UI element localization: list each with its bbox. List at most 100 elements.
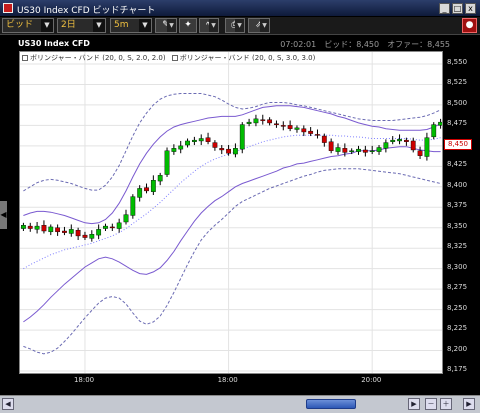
candle-body bbox=[431, 124, 437, 138]
candle-body bbox=[212, 142, 218, 148]
candle-body bbox=[55, 227, 61, 233]
close-button[interactable]: x bbox=[465, 3, 476, 14]
price-tick-label: 8,475 bbox=[447, 119, 468, 128]
price-axis: 8,550 8,525 8,500 8,475 8,450 8,425 8,400 8,375… bbox=[444, 51, 473, 374]
candle-body bbox=[376, 147, 382, 152]
price-tick-label: 8,200 bbox=[447, 344, 468, 353]
chevron-down-icon: ▼ bbox=[41, 19, 53, 32]
chevron-down-icon: ▼ bbox=[139, 19, 151, 32]
candle-body bbox=[130, 196, 136, 216]
time-tick-label: 20:00 bbox=[361, 376, 382, 384]
pin-button[interactable]: ✦ bbox=[179, 18, 197, 33]
candle-body bbox=[403, 139, 409, 142]
candle-body bbox=[96, 229, 102, 236]
zoom-out-button[interactable]: － bbox=[425, 398, 437, 410]
candle-body bbox=[328, 141, 334, 151]
app-icon bbox=[3, 3, 13, 13]
candle-body bbox=[390, 139, 396, 142]
candle-body bbox=[48, 226, 54, 233]
candle-body bbox=[410, 140, 416, 151]
candle-body bbox=[438, 121, 442, 126]
candle-body bbox=[233, 148, 238, 155]
plot-area[interactable]: ボリンジャー・バンド (20, 0, S, 2.0, 2.0) ボリンジャー・バ… bbox=[19, 51, 443, 374]
candle-body bbox=[226, 148, 231, 154]
candle-body bbox=[417, 150, 423, 156]
price-tick-label: 8,225 bbox=[447, 324, 468, 333]
period-value: 2日 bbox=[61, 20, 76, 30]
price-tick-label: 8,400 bbox=[447, 180, 468, 189]
zoom-in-button[interactable]: ＋ bbox=[440, 398, 452, 410]
scroll-thumb[interactable] bbox=[306, 399, 356, 409]
time-scrollbar[interactable]: ◀ ▶ － ＋ ▶ bbox=[0, 395, 480, 413]
indicator-legend: ボリンジャー・バンド (20, 0, S, 2.0, 2.0) ボリンジャー・バ… bbox=[22, 53, 319, 63]
interval-dropdown[interactable]: 5m ▼ bbox=[110, 18, 152, 33]
price-chart bbox=[20, 52, 442, 373]
maximize-button[interactable]: □ bbox=[452, 3, 463, 14]
minimize-button[interactable]: _ bbox=[439, 3, 450, 14]
candle-body bbox=[164, 150, 170, 175]
candle-body bbox=[89, 234, 95, 239]
price-tick-label: 8,375 bbox=[447, 201, 468, 210]
candle-body bbox=[267, 119, 273, 124]
chart-toolbar: ビッド ▼ 2日 ▼ 5m ▼ ✎▼ ✦ ∿▼ ⎙▼ ⇗▼ ● bbox=[0, 17, 480, 35]
candle-body bbox=[239, 124, 245, 150]
price-tick-label: 8,175 bbox=[447, 365, 468, 373]
candle-body bbox=[287, 125, 293, 129]
chart-panel: US30 Index CFD 07:02:01 ビッド：8,450 オファー：8… bbox=[7, 35, 473, 393]
symbol-label: US30 Index CFD bbox=[18, 39, 90, 48]
candle-body bbox=[144, 187, 149, 192]
candle-body bbox=[103, 225, 108, 229]
candle-body bbox=[369, 150, 375, 152]
price-tick-label: 8,550 bbox=[447, 58, 468, 66]
candle-body bbox=[219, 148, 225, 151]
candle-body bbox=[362, 149, 368, 153]
price-tick-label: 8,300 bbox=[447, 262, 468, 271]
scroll-right-button[interactable]: ▶ bbox=[408, 398, 420, 410]
alert-button[interactable]: ● bbox=[462, 18, 477, 33]
candle-body bbox=[191, 139, 197, 142]
time-tick-label: 18:00 bbox=[217, 376, 238, 384]
candle-body bbox=[294, 127, 300, 130]
period-dropdown[interactable]: 2日 ▼ bbox=[57, 18, 106, 33]
candle-body bbox=[27, 225, 33, 229]
checkbox-icon bbox=[171, 55, 178, 61]
draw-line-button[interactable]: ✎ ▼ bbox=[155, 18, 177, 33]
candle-body bbox=[246, 121, 252, 124]
bollinger-upper-2sd bbox=[23, 105, 441, 225]
candle-body bbox=[198, 138, 204, 142]
candle-body bbox=[260, 119, 266, 121]
candle-body bbox=[424, 137, 430, 157]
legend-item-bb2[interactable]: ボリンジャー・バンド (20, 0, S, 2.0, 2.0) bbox=[22, 54, 166, 62]
price-tick-label: 8,525 bbox=[447, 78, 468, 87]
candle-body bbox=[308, 130, 314, 134]
candle-body bbox=[315, 134, 320, 136]
candle-body bbox=[349, 150, 355, 152]
candle-body bbox=[280, 125, 286, 127]
candle-body bbox=[342, 148, 348, 153]
bollinger-lower-3sd bbox=[23, 168, 441, 355]
bollinger-upper-3sd bbox=[23, 93, 441, 192]
candle-body bbox=[301, 128, 307, 133]
time-tick-label: 18:00 bbox=[73, 376, 95, 384]
scroll-left-button[interactable]: ◀ bbox=[2, 398, 14, 410]
current-price-tag: 8,450 bbox=[444, 138, 472, 150]
print-button[interactable]: ⎙▼ bbox=[225, 18, 245, 33]
price-type-value: ビッド bbox=[6, 20, 34, 30]
candle-body bbox=[34, 225, 40, 230]
window-title: US30 Index CFD ビッドチャート bbox=[17, 6, 156, 16]
price-tick-label: 8,325 bbox=[447, 242, 468, 251]
candle-body bbox=[109, 226, 115, 229]
legend-item-bb3[interactable]: ボリンジャー・バンド (20, 0, S, 3.0, 3.0) bbox=[171, 54, 315, 62]
scroll-end-button[interactable]: ▶ bbox=[463, 398, 475, 410]
alert-icon: ● bbox=[465, 20, 474, 30]
time-axis: 18:00 18:00 20:00 bbox=[19, 374, 443, 386]
export-button[interactable]: ⇗ ▼ bbox=[248, 18, 270, 33]
indicator-button[interactable]: ∿▼ bbox=[199, 18, 219, 33]
candle-body bbox=[185, 140, 190, 146]
side-panel-toggle[interactable]: ◀ bbox=[0, 201, 7, 229]
candle-body bbox=[356, 148, 361, 152]
candle-body bbox=[62, 230, 67, 233]
candle-body bbox=[253, 118, 259, 124]
candle-body bbox=[75, 229, 81, 237]
price-type-dropdown[interactable]: ビッド ▼ bbox=[2, 18, 54, 33]
